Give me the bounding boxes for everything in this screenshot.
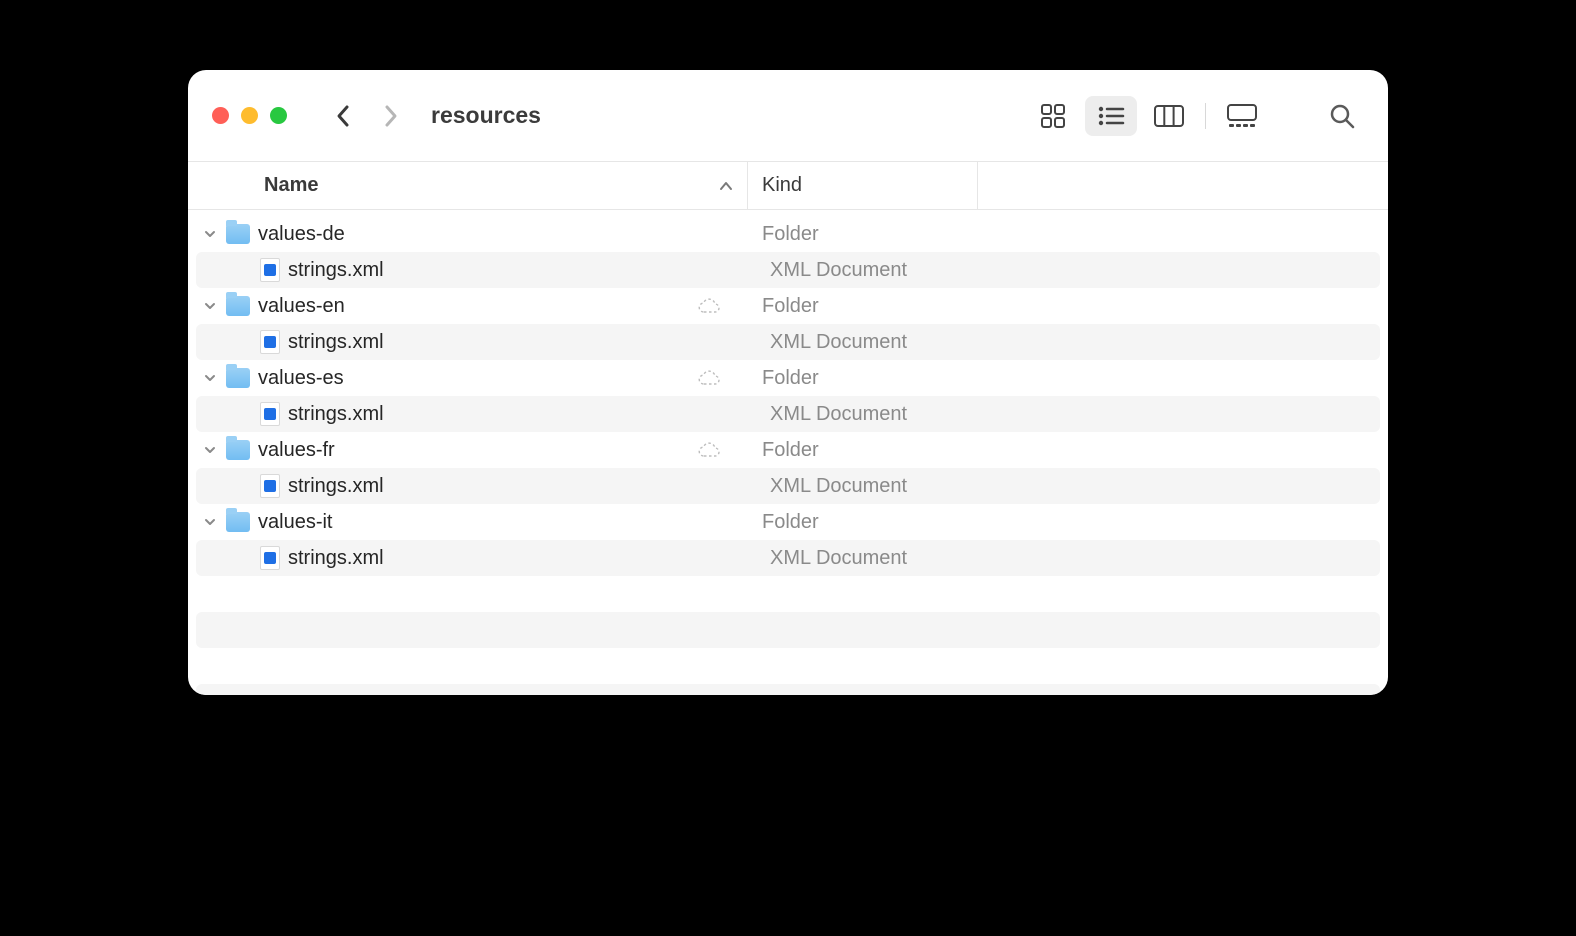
disclosure-triangle-icon[interactable] (202, 372, 218, 384)
item-kind: XML Document (756, 259, 907, 282)
item-name: values-es (258, 367, 344, 390)
folder-row[interactable]: values-es Folder (188, 360, 1388, 396)
gallery-view-button[interactable] (1216, 96, 1268, 136)
item-name: strings.xml (288, 403, 384, 426)
item-kind: Folder (748, 511, 819, 534)
folder-row[interactable]: values-it Folder (188, 504, 1388, 540)
cloud-icon (696, 297, 722, 315)
folder-icon (226, 368, 250, 388)
folder-icon (226, 512, 250, 532)
xml-file-icon (260, 330, 280, 354)
cloud-icon (696, 441, 722, 459)
chevron-left-icon (335, 104, 351, 128)
file-row[interactable]: strings.xml XML Document (196, 396, 1380, 432)
zoom-window-button[interactable] (270, 107, 287, 124)
folder-icon (226, 440, 250, 460)
disclosure-triangle-icon[interactable] (202, 516, 218, 528)
column-headers: Name Kind (188, 162, 1388, 210)
file-row[interactable]: strings.xml XML Document (196, 540, 1380, 576)
disclosure-triangle-icon[interactable] (202, 444, 218, 456)
separator (1205, 103, 1206, 129)
column-header-label: Name (264, 174, 318, 197)
disclosure-triangle-icon[interactable] (202, 228, 218, 240)
icon-view-button[interactable] (1027, 96, 1079, 136)
file-row[interactable]: strings.xml XML Document (196, 468, 1380, 504)
xml-file-icon (260, 474, 280, 498)
finder-window: resources (188, 70, 1388, 695)
grid-icon (1040, 103, 1066, 129)
window-controls (212, 107, 287, 124)
item-kind: XML Document (756, 547, 907, 570)
chevron-right-icon (383, 104, 399, 128)
search-button[interactable] (1320, 96, 1364, 136)
item-name: strings.xml (288, 259, 384, 282)
list-view-button[interactable] (1085, 96, 1137, 136)
item-kind: Folder (748, 295, 819, 318)
file-row[interactable]: strings.xml XML Document (196, 324, 1380, 360)
back-button[interactable] (323, 96, 363, 136)
file-list: values-de Folder strings.xml XML Documen… (188, 210, 1388, 695)
column-view-button[interactable] (1143, 96, 1195, 136)
forward-button[interactable] (371, 96, 411, 136)
item-kind: XML Document (756, 475, 907, 498)
close-window-button[interactable] (212, 107, 229, 124)
minimize-window-button[interactable] (241, 107, 258, 124)
cloud-icon (696, 369, 722, 387)
columns-icon (1154, 105, 1184, 127)
xml-file-icon (260, 402, 280, 426)
folder-row[interactable]: values-de Folder (188, 216, 1388, 252)
item-kind: Folder (748, 223, 819, 246)
file-row[interactable]: strings.xml XML Document (196, 252, 1380, 288)
column-header-name[interactable]: Name (188, 162, 748, 209)
window-title: resources (431, 102, 541, 129)
item-name: values-it (258, 511, 332, 534)
column-header-label: Kind (762, 174, 802, 197)
folder-icon (226, 296, 250, 316)
item-kind: Folder (748, 367, 819, 390)
folder-row[interactable]: values-en Folder (188, 288, 1388, 324)
disclosure-triangle-icon[interactable] (202, 300, 218, 312)
folder-icon (226, 224, 250, 244)
list-icon (1097, 105, 1125, 127)
item-kind: XML Document (756, 403, 907, 426)
empty-stripe (196, 684, 1380, 695)
xml-file-icon (260, 258, 280, 282)
folder-row[interactable]: values-fr Folder (188, 432, 1388, 468)
empty-stripe (196, 612, 1380, 648)
gallery-icon (1226, 104, 1258, 128)
toolbar: resources (188, 70, 1388, 162)
sort-ascending-icon (719, 181, 733, 191)
item-name: strings.xml (288, 547, 384, 570)
item-name: values-de (258, 223, 345, 246)
item-name: strings.xml (288, 331, 384, 354)
item-name: values-en (258, 295, 345, 318)
column-header-kind[interactable]: Kind (748, 162, 978, 209)
search-icon (1329, 103, 1355, 129)
item-name: strings.xml (288, 475, 384, 498)
item-kind: XML Document (756, 331, 907, 354)
view-mode-group (1027, 96, 1268, 136)
xml-file-icon (260, 546, 280, 570)
item-name: values-fr (258, 439, 335, 462)
item-kind: Folder (748, 439, 819, 462)
